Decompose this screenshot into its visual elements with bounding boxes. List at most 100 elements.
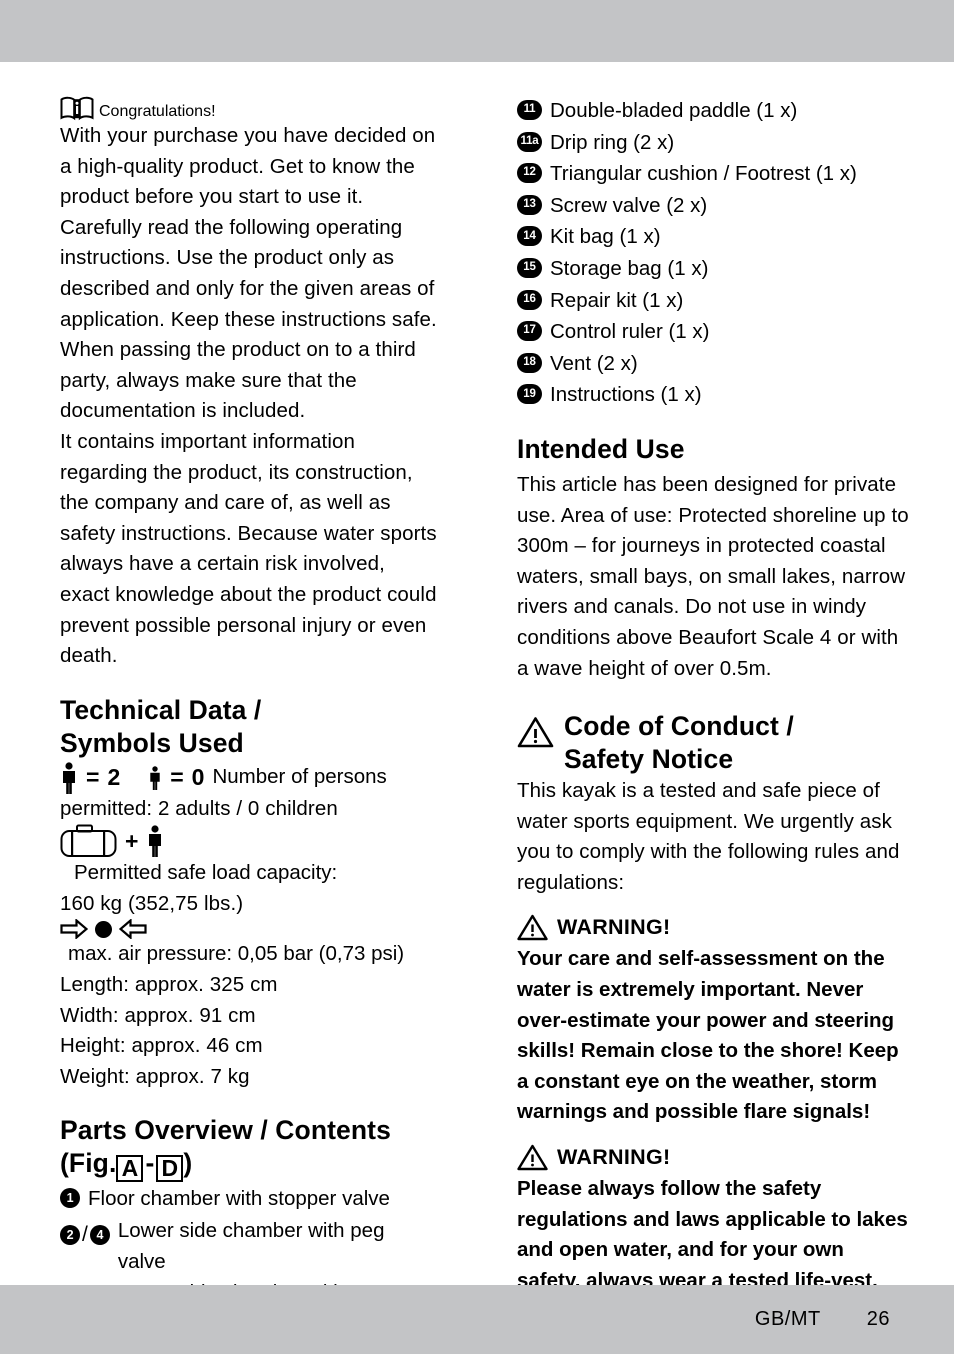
persons-symbol-row: = 2 = 0 Number of persons (60, 762, 437, 794)
item-badge-group: 11a (517, 128, 542, 152)
code-of-conduct-text: This kayak is a tested and safe piece of… (517, 779, 900, 894)
list-item-label: Kit bag (1 x) (550, 225, 661, 249)
warning-heading-2: WARNING! (517, 1144, 910, 1171)
list-item: 2 / 4 Lower side chamber with peg valve (60, 1216, 437, 1277)
item-badge-group: 19 (517, 380, 542, 405)
list-item-label: Lower side chamber with peg valve (117, 1219, 385, 1273)
persons-label: Number of persons (212, 765, 387, 789)
footer-band: GB/MT 26 (0, 1285, 954, 1354)
intro-block: Congratulations! (60, 96, 437, 121)
page-columns: Congratulations! With your purchase you … (0, 62, 954, 1354)
arrow-right-icon (60, 919, 88, 940)
item-number-badge: 11 (517, 100, 542, 120)
item-number-badge: 1 (60, 1188, 80, 1209)
dimension-weight: Weight: approx. 7 kg (60, 1064, 250, 1088)
item-badge-group: 14 (517, 222, 542, 247)
list-item-label: Instructions (1 x) (550, 383, 702, 407)
child-person-icon (148, 765, 162, 790)
list-item: 16 Repair kit (1 x) (517, 286, 910, 317)
item-number-badge: 15 (517, 257, 542, 278)
list-item: 17 Control ruler (1 x) (517, 317, 910, 348)
badge-separator: / (82, 1223, 88, 1247)
footer-content: GB/MT 26 (0, 1285, 954, 1354)
intro-title: Congratulations! (99, 103, 216, 120)
code-of-conduct-heading-line2: Safety Notice (564, 744, 734, 775)
item-number-badge: 17 (517, 321, 542, 342)
warning-heading-1: WARNING! (517, 914, 910, 941)
technical-data-heading: Technical Data / Symbols Used (60, 694, 437, 760)
list-item-label: Screw valve (2 x) (550, 193, 708, 217)
pressure-label: max. air pressure: 0,05 bar (0,73 psi) (68, 942, 405, 966)
intro-paragraph-2: It contains important information regard… (60, 429, 437, 668)
list-item: 11a Drip ring (2 x) (517, 128, 910, 159)
load-label: Permitted safe load capacity: (74, 861, 338, 885)
warning-label-2: WARNING! (557, 1145, 671, 1170)
list-item: 18 Vent (2 x) (517, 349, 910, 380)
item-badge-group: 1 (60, 1184, 80, 1209)
header-band (0, 0, 954, 62)
load-person-icon (146, 825, 164, 858)
list-item: 12 Triangular cushion / Footrest (1 x) (517, 159, 910, 190)
list-item: 1 Floor chamber with stopper valve (60, 1184, 437, 1215)
load-symbol-row: + Permitted safe load capacity: (60, 824, 437, 889)
list-item-label: Control ruler (1 x) (550, 320, 710, 344)
item-number-badge: 19 (517, 384, 542, 405)
adult-equals-sign: = (86, 764, 100, 791)
child-equals-sign: = (170, 764, 184, 791)
load-plus-sign: + (125, 827, 139, 854)
suitcase-icon (60, 824, 117, 858)
right-column: 11 Double-bladed paddle (1 x) 11a Drip r… (477, 62, 954, 1292)
dimension-length: Length: approx. 325 cm (60, 973, 278, 997)
warning-label-1: WARNING! (557, 915, 671, 940)
adult-count: 2 (107, 764, 121, 791)
left-column: Congratulations! With your purchase you … (0, 62, 477, 1354)
technical-data-heading-line2: Symbols Used (60, 727, 244, 758)
item-number-badge: 16 (517, 289, 542, 310)
footer-locale: GB/MT (754, 1308, 821, 1330)
intended-use-heading: Intended Use (517, 433, 685, 464)
figure-box-d: D (156, 1155, 184, 1183)
item-number-badge: 12 (517, 163, 542, 184)
parts-heading-suffix: ) (183, 1148, 193, 1179)
list-item: 11 Double-bladed paddle (1 x) (517, 96, 910, 127)
list-item: 19 Instructions (1 x) (517, 380, 910, 411)
footer-page-number: 26 (866, 1308, 890, 1330)
warning-triangle-icon (517, 1144, 548, 1171)
list-item: 13 Screw valve (2 x) (517, 191, 910, 222)
book-info-icon (60, 96, 94, 121)
list-item-label: Double-bladed paddle (1 x) (550, 99, 798, 122)
list-item-label: Floor chamber with stopper valve (88, 1187, 390, 1211)
parts-heading-prefix: (Fig. (60, 1148, 117, 1179)
persons-permitted-line: permitted: 2 adults / 0 children (60, 796, 338, 820)
pressure-symbol-row: max. air pressure: 0,05 bar (0,73 psi) (60, 919, 437, 970)
dimension-width: Width: approx. 91 cm (60, 1003, 256, 1027)
list-item-label: Vent (2 x) (550, 351, 638, 375)
dimension-height: Height: approx. 46 cm (60, 1034, 263, 1058)
item-badge-group: 16 (517, 286, 542, 310)
technical-data-heading-line1: Technical Data / (60, 694, 262, 725)
list-item: 14 Kit bag (1 x) (517, 222, 910, 253)
adult-person-icon (60, 762, 78, 794)
list-item-label: Triangular cushion / Footrest (1 x) (550, 162, 857, 186)
filled-circle-icon (95, 920, 112, 938)
item-number-badge: 18 (517, 352, 542, 373)
figure-box-a: A (116, 1155, 144, 1183)
item-badge-group: 11 (517, 96, 542, 120)
code-of-conduct-heading: Code of Conduct / Safety Notice (517, 710, 910, 776)
list-item-label: Drip ring (2 x) (550, 130, 675, 154)
list-item-label: Repair kit (1 x) (550, 288, 684, 312)
item-badge-group: 12 (517, 159, 542, 184)
item-number-badge: 11a (517, 131, 542, 152)
intro-paragraph-1: With your purchase you have decided on a… (60, 124, 437, 423)
document-page: Congratulations! With your purchase you … (0, 0, 954, 1354)
figure-range-dash: - (145, 1148, 155, 1179)
item-badge-group: 15 (517, 254, 542, 278)
warning-triangle-icon (517, 914, 548, 941)
warning-triangle-icon (517, 716, 554, 748)
parts-overview-heading-line1: Parts Overview / Contents (60, 1115, 391, 1146)
item-number-badge-secondary: 4 (89, 1225, 110, 1246)
code-of-conduct-heading-line1: Code of Conduct / (564, 711, 794, 742)
child-count: 0 (191, 764, 205, 791)
load-value-line: 160 kg (352,75 lbs.) (60, 891, 244, 915)
item-badge-group: 17 (517, 317, 542, 342)
